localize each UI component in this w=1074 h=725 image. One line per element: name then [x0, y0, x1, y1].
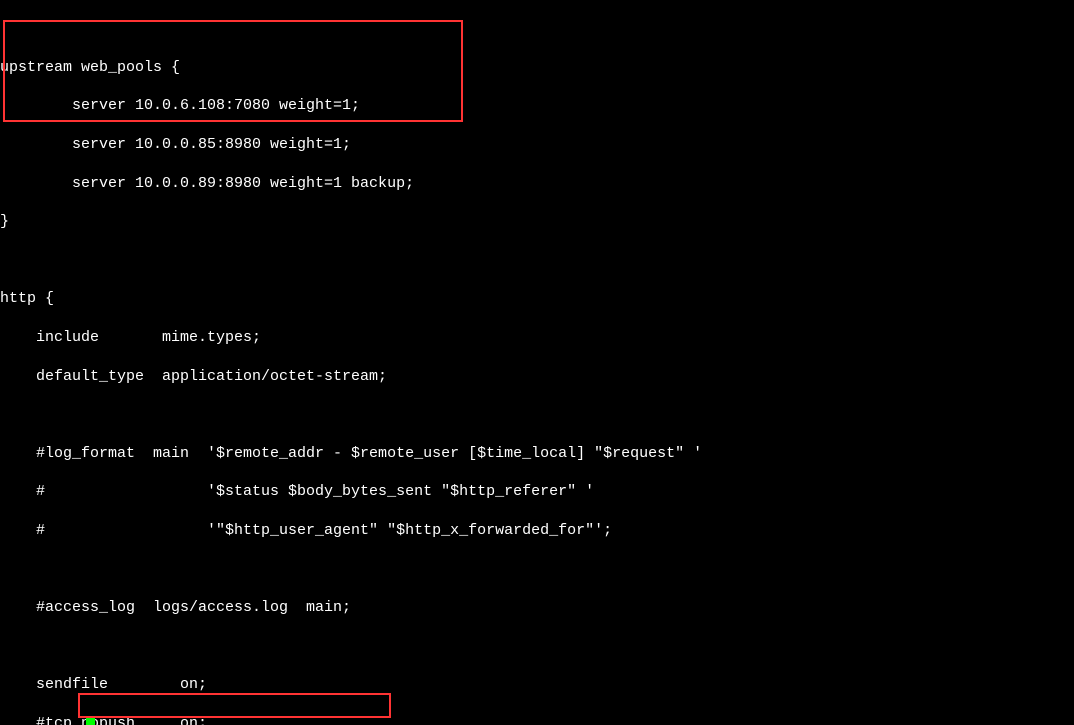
config-line: upstream web_pools { — [0, 58, 1074, 77]
config-line — [0, 19, 1074, 38]
config-line: default_type application/octet-stream; — [0, 367, 1074, 386]
config-line: #access_log logs/access.log main; — [0, 598, 1074, 617]
config-line — [0, 637, 1074, 656]
config-line: server 10.0.6.108:7080 weight=1; — [0, 96, 1074, 115]
terminal-editor[interactable]: upstream web_pools { server 10.0.6.108:7… — [0, 0, 1074, 725]
config-line: sendfile on; — [0, 675, 1074, 694]
config-line: server 10.0.0.85:8980 weight=1; — [0, 135, 1074, 154]
config-line: http { — [0, 289, 1074, 308]
config-line: server 10.0.0.89:8980 weight=1 backup; — [0, 174, 1074, 193]
config-line — [0, 405, 1074, 424]
terminal-cursor — [86, 718, 95, 725]
config-line — [0, 560, 1074, 579]
config-line: } — [0, 212, 1074, 231]
config-line: # '"$http_user_agent" "$http_x_forwarded… — [0, 521, 1074, 540]
config-line: #tcp_nopush on; — [0, 714, 1074, 725]
config-line: include mime.types; — [0, 328, 1074, 347]
config-line — [0, 251, 1074, 270]
config-line: # '$status $body_bytes_sent "$http_refer… — [0, 482, 1074, 501]
config-line: #log_format main '$remote_addr - $remote… — [0, 444, 1074, 463]
